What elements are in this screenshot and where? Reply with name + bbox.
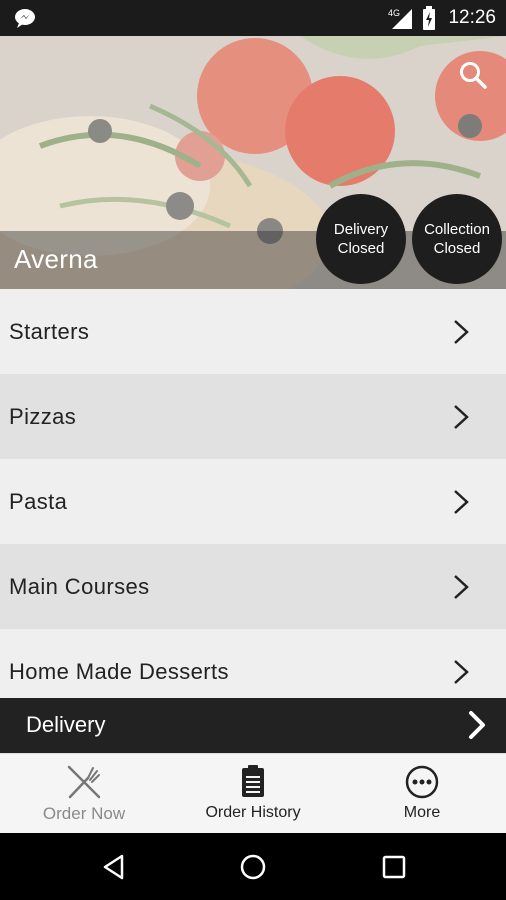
- more-dots-icon: [405, 765, 439, 799]
- battery-charging-icon: [423, 6, 436, 30]
- menu-category-label: Home Made Desserts: [9, 658, 229, 684]
- menu-category-label: Pizzas: [9, 403, 77, 429]
- chevron-right-icon: [454, 404, 469, 429]
- delivery-status-badge: Delivery Closed: [316, 194, 406, 284]
- svg-text:4G: 4G: [388, 8, 400, 18]
- order-mode-bar[interactable]: Delivery: [0, 698, 506, 753]
- tab-order-now[interactable]: Order Now: [0, 754, 168, 834]
- menu-category-starters[interactable]: Starters: [0, 289, 506, 374]
- menu-category-main-courses[interactable]: Main Courses: [0, 544, 506, 629]
- chevron-right-icon: [454, 659, 469, 684]
- status-time: 12:26: [448, 7, 496, 28]
- bottom-navigation: Order Now Order History More: [0, 753, 506, 833]
- order-mode-label: Delivery: [26, 712, 106, 737]
- menu-category-label: Starters: [9, 318, 90, 344]
- system-navigation-bar: [0, 833, 506, 900]
- tab-label: Order History: [205, 804, 301, 821]
- back-triangle-icon[interactable]: [100, 853, 128, 881]
- tab-order-history[interactable]: Order History: [169, 754, 337, 834]
- menu-category-list: Starters Pizzas Pasta Main Courses Home …: [0, 289, 506, 714]
- tab-label: More: [403, 804, 441, 821]
- chevron-right-icon: [454, 489, 469, 514]
- chevron-right-icon: [454, 319, 469, 344]
- collection-status-line1: Collection: [424, 221, 490, 238]
- home-circle-icon[interactable]: [239, 853, 267, 881]
- collection-status-badge: Collection Closed: [412, 194, 502, 284]
- fork-knife-icon: [67, 765, 101, 799]
- menu-category-label: Main Courses: [9, 573, 150, 599]
- restaurant-name: Averna: [14, 244, 98, 274]
- signal-icon: 4G: [388, 8, 413, 29]
- menu-category-label: Pasta: [9, 488, 68, 514]
- collection-status-line2: Closed: [433, 240, 481, 257]
- clipboard-icon: [242, 765, 264, 797]
- menu-category-pizzas[interactable]: Pizzas: [0, 374, 506, 459]
- restaurant-header: Averna Delivery Closed Collection Closed: [0, 36, 506, 289]
- delivery-status-line1: Delivery: [333, 221, 389, 238]
- search-icon[interactable]: [458, 60, 488, 90]
- chevron-right-icon: [454, 574, 469, 599]
- status-bar: 4G 12:26: [0, 0, 506, 36]
- chevron-right-icon: [469, 711, 485, 739]
- tab-label: Order Now: [42, 804, 126, 823]
- delivery-status-line2: Closed: [337, 240, 385, 257]
- menu-category-pasta[interactable]: Pasta: [0, 459, 506, 544]
- recents-square-icon[interactable]: [380, 853, 408, 881]
- tab-more[interactable]: More: [338, 754, 506, 834]
- messenger-icon: [15, 9, 35, 28]
